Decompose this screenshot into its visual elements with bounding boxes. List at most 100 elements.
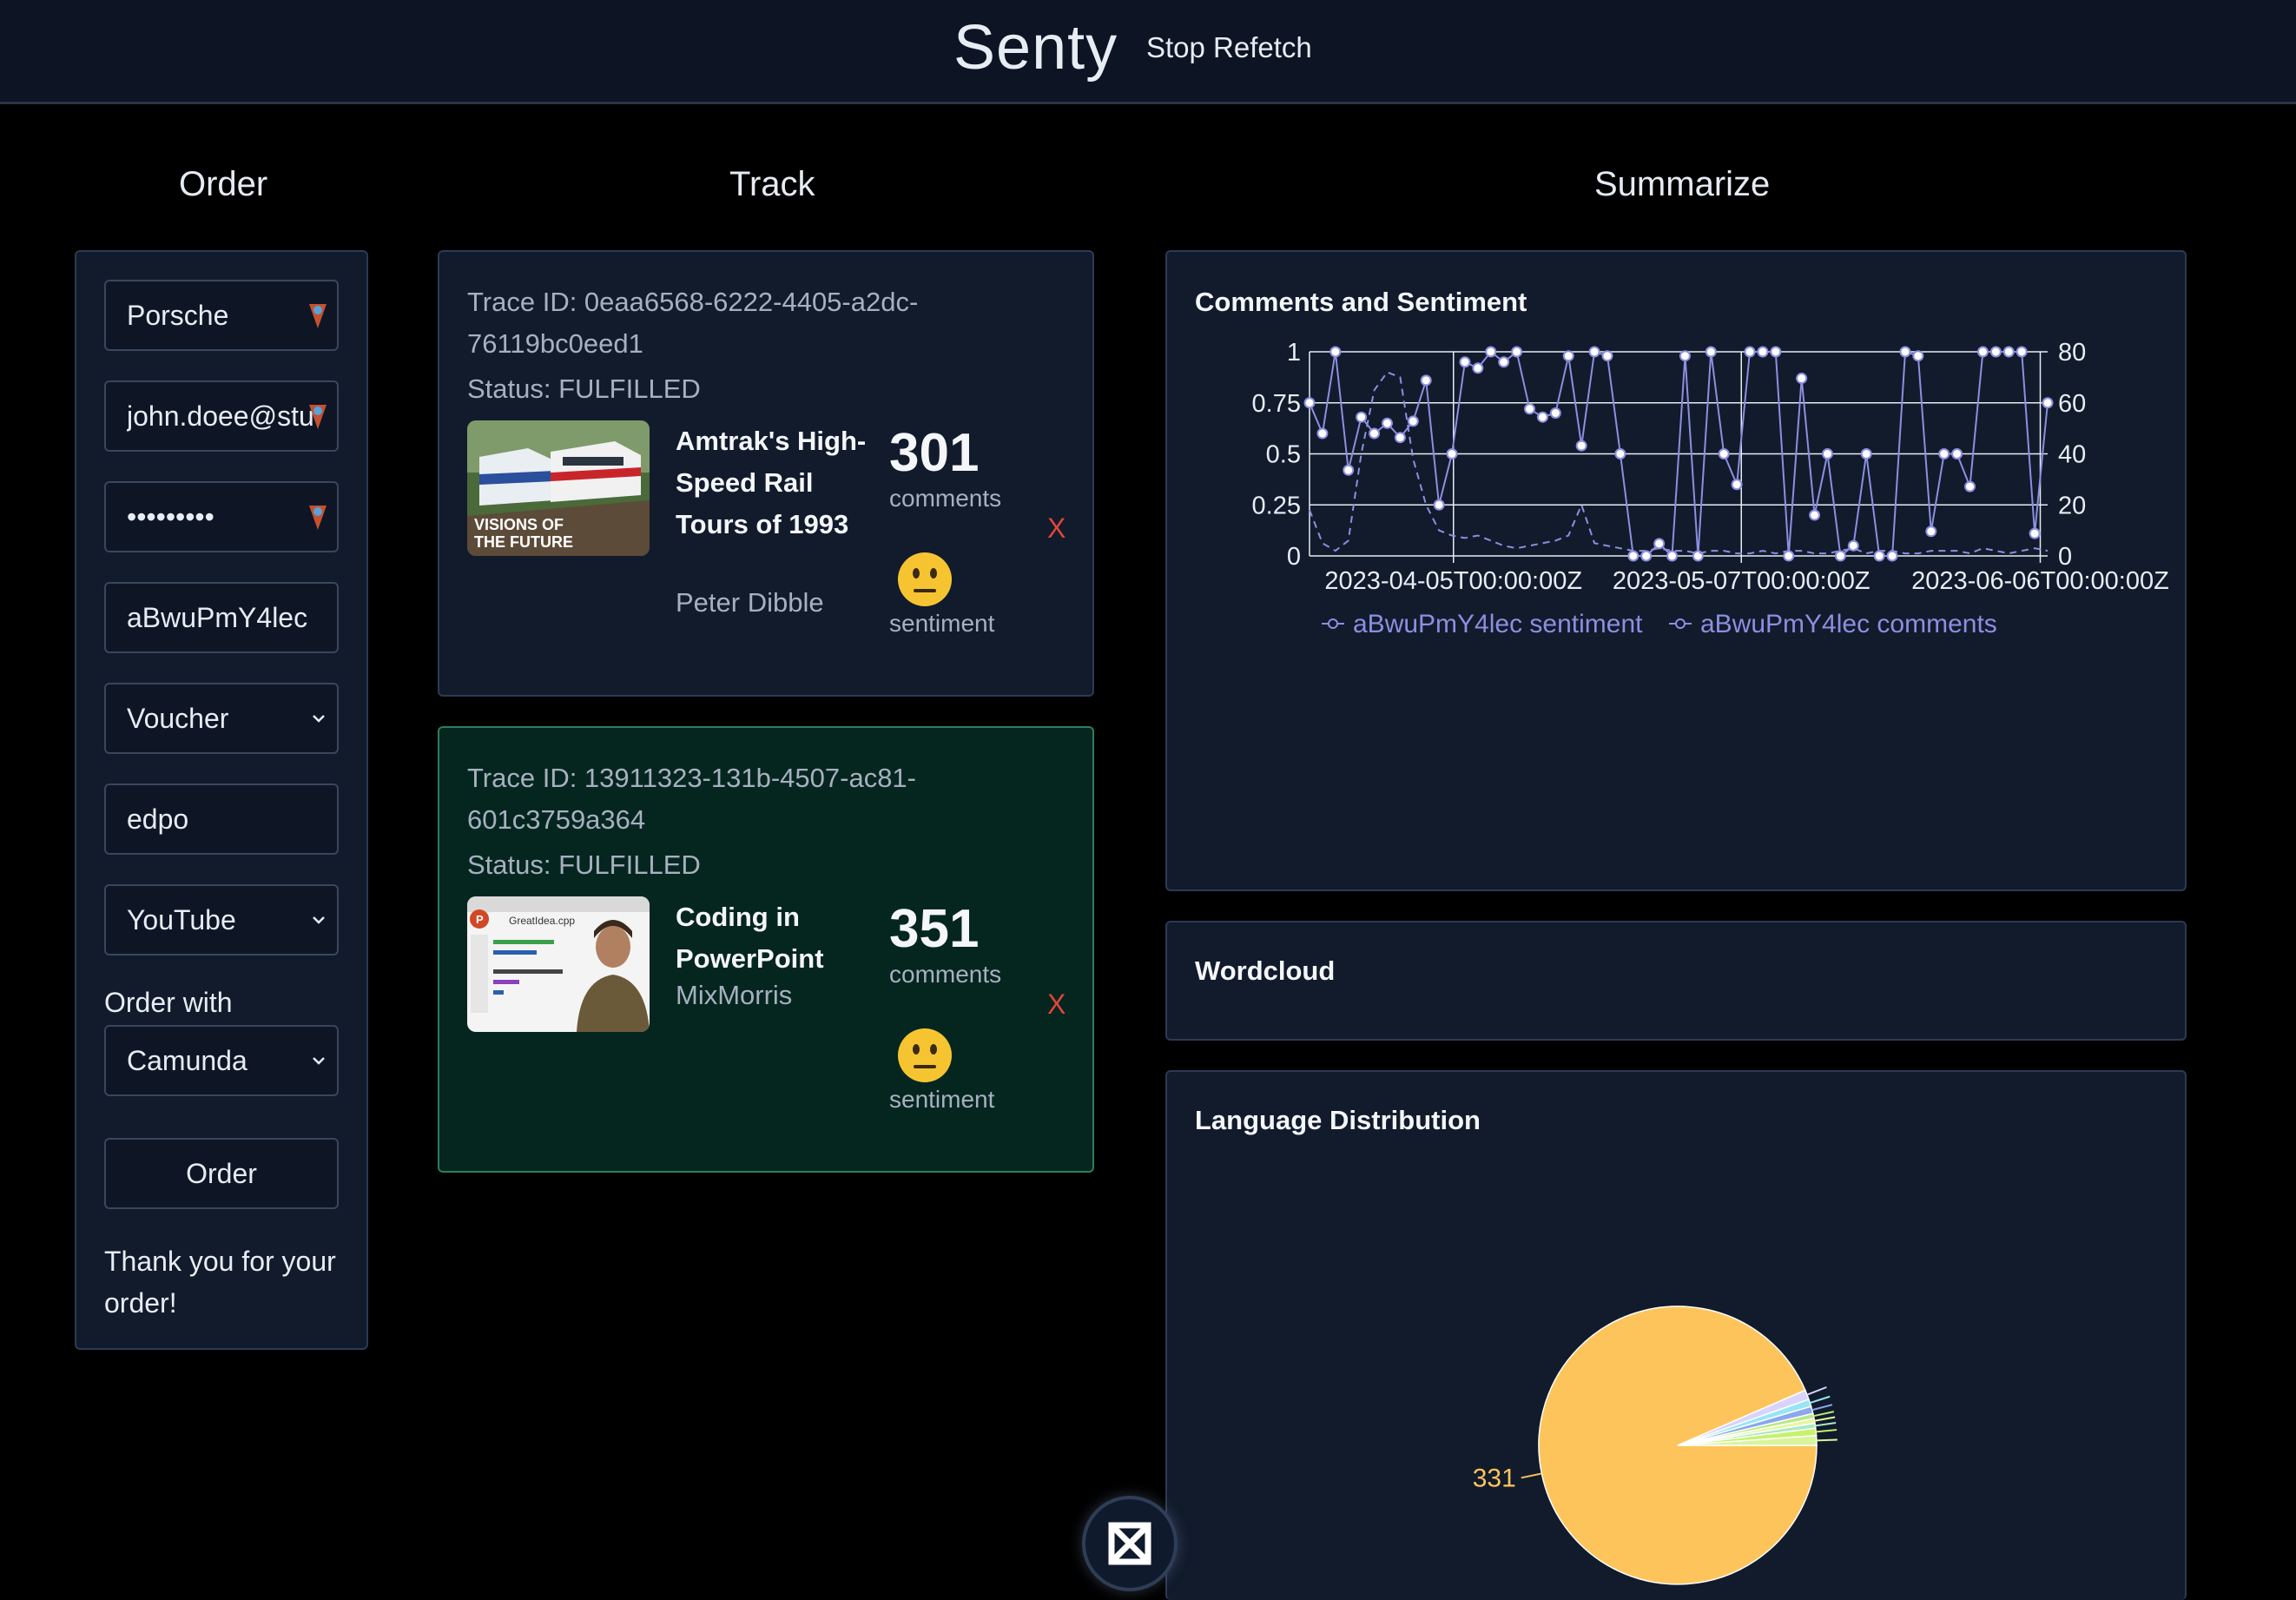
video-author: MixMorris	[676, 980, 793, 1010]
comment-count: 351	[889, 899, 980, 959]
wordcloud-panel: Wordcloud	[1165, 921, 2187, 1041]
email-input[interactable]: john.doee@stu	[104, 380, 339, 452]
svg-text:P: P	[476, 913, 484, 926]
y-left-tick-label: 0.25	[1252, 492, 1301, 519]
sentiment-point	[1407, 415, 1419, 427]
sentiment-point	[1951, 448, 1963, 460]
track-column-title: Track	[729, 165, 815, 203]
password-input[interactable]: •••••••••	[104, 481, 339, 552]
neutral-face-icon	[898, 1028, 952, 1082]
remove-card-button[interactable]: X	[1047, 988, 1066, 1021]
legend-marker	[1675, 618, 1686, 629]
sentiment-point	[1821, 448, 1833, 460]
sentiment-point	[1381, 417, 1393, 429]
sentiment-point	[1356, 411, 1368, 423]
sentiment-point	[1899, 346, 1911, 358]
video-thumbnail[interactable]: P GreatIdea.cpp	[467, 896, 650, 1032]
brand-input[interactable]: Porsche	[104, 280, 339, 351]
code-input-value: edpo	[127, 803, 189, 835]
sentiment-point	[1834, 550, 1846, 562]
sentiment-point	[1485, 346, 1497, 358]
y-right-tick-label: 20	[2058, 492, 2086, 519]
voucher-select[interactable]: Voucher	[104, 683, 339, 754]
pie-leader-line	[1813, 1411, 1835, 1418]
sentiment-point	[1524, 403, 1536, 415]
sentiment-point	[1614, 448, 1626, 460]
pie-leader-line	[1816, 1429, 1837, 1433]
sentiment-point	[1472, 362, 1484, 374]
sentiment-point	[2002, 346, 2015, 358]
pie-leader-line	[1811, 1404, 1833, 1412]
y-left-tick-label: 0.5	[1266, 441, 1301, 469]
thumbnail-caption: VISIONS OF	[474, 516, 564, 533]
sentiment-point	[1575, 440, 1587, 452]
chevron-down-icon	[313, 715, 325, 723]
sentiment-point	[2029, 527, 2041, 539]
engine-select[interactable]: Camunda	[104, 1025, 339, 1096]
y-right-tick-label: 40	[2058, 441, 2086, 469]
remove-card-button[interactable]: X	[1047, 512, 1066, 545]
order-status: Status: FULFILLED	[467, 374, 701, 404]
y-right-tick-label: 80	[2058, 339, 2086, 367]
top-bar: Senty Stop Refetch	[0, 0, 2296, 104]
panel-title: Wordcloud	[1195, 955, 1336, 986]
sentiment-point	[1731, 479, 1743, 491]
sentiment-point	[1938, 448, 1950, 460]
brand-input-value: Porsche	[127, 299, 229, 331]
sentiment-point	[1343, 464, 1355, 476]
video-thumbnail[interactable]: VISIONS OF THE FUTURE	[467, 420, 650, 556]
engine-select-value: Camunda	[127, 1044, 247, 1076]
video-author: Peter Dibble	[676, 587, 824, 618]
expand-arrows-icon	[1108, 1522, 1151, 1565]
order-button[interactable]: Order	[104, 1138, 339, 1209]
autofill-key-icon[interactable]	[307, 504, 328, 532]
sentiment-point	[1796, 373, 1808, 385]
legend-marker	[1328, 618, 1338, 629]
sentiment-point	[2016, 346, 2028, 358]
y-left-tick-label: 0	[1287, 543, 1301, 571]
sentiment-point	[1394, 432, 1406, 444]
sentiment-point	[1303, 397, 1316, 409]
comment-count-label: comments	[889, 485, 1002, 512]
comments-sentiment-chart: 0 00.25 200.5 400.75 601 802023-04-05T00:00:0…	[1252, 339, 2169, 638]
autofill-key-icon[interactable]	[307, 403, 328, 431]
legend-label: aBwuPmY4lec sentiment	[1353, 610, 1643, 638]
platform-select-value: YouTube	[127, 903, 236, 936]
thumbnail-caption: THE FUTURE	[474, 533, 573, 551]
sentiment-point	[1498, 356, 1510, 368]
video-title: Coding in PowerPoint	[676, 902, 824, 974]
password-input-value: •••••••••	[127, 500, 214, 532]
pie-leader-line	[1806, 1386, 1827, 1396]
trace-id: Trace ID: 0eaa6568-6222-4405-a2dc-76119b…	[467, 287, 919, 359]
pie-slice-label: 331	[1473, 1464, 1516, 1492]
sentiment-point	[1588, 346, 1600, 358]
pie-leader-line	[1521, 1472, 1542, 1479]
order-column-title: Order	[179, 165, 268, 203]
stop-refetch-button[interactable]: Stop Refetch	[1146, 31, 1312, 64]
chevron-down-icon	[313, 916, 325, 924]
platform-select[interactable]: YouTube	[104, 884, 339, 955]
sentiment-point	[1316, 427, 1329, 440]
autofill-key-icon[interactable]	[307, 302, 328, 330]
order-status: Status: FULFILLED	[467, 850, 701, 880]
pie-leader-line	[1810, 1395, 1831, 1405]
expand-button[interactable]	[1082, 1496, 1178, 1591]
language-distribution-panel: Language Distribution 331	[1165, 1070, 2187, 1600]
neutral-face-icon	[898, 552, 952, 606]
sentiment-point	[1511, 346, 1523, 358]
sentiment-point	[1459, 356, 1471, 368]
pie-leader-line	[1814, 1416, 1836, 1422]
x-tick-label: 2023-04-05T00:00:00Z	[1324, 567, 1582, 595]
email-input-value: john.doee@stu	[127, 400, 314, 432]
pie-leader-line	[1815, 1421, 1837, 1427]
sentiment-point	[1744, 346, 1756, 358]
video-id-input[interactable]: aBwuPmY4lec	[104, 582, 339, 653]
sentiment-point	[1549, 407, 1561, 419]
sentiment-point	[1653, 538, 1666, 550]
comment-count: 301	[889, 423, 980, 483]
sentiment-point	[1369, 427, 1381, 440]
sentiment-point	[1757, 346, 1769, 358]
sentiment-point	[1964, 480, 1976, 493]
summarize-column-title: Summarize	[1594, 165, 1771, 203]
code-input[interactable]: edpo	[104, 783, 339, 855]
